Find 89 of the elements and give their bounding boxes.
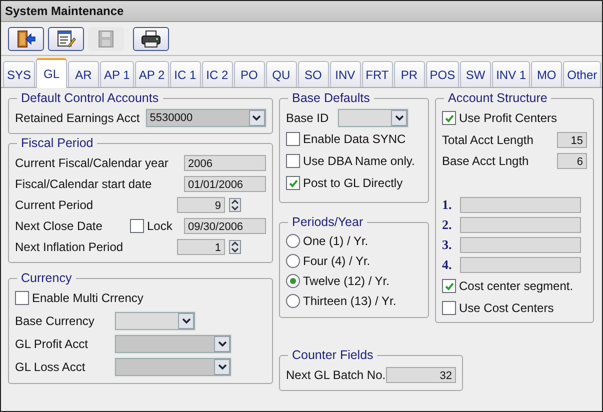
tab[interactable]: AP 2 <box>134 61 169 87</box>
text-field[interactable] <box>460 217 581 233</box>
number-field[interactable]: 6 <box>557 152 587 168</box>
field-label: Base Currency <box>15 314 96 328</box>
toolbar-button[interactable] <box>133 26 169 50</box>
tab[interactable]: AR <box>68 61 100 87</box>
segment-number: 1. <box>442 197 453 213</box>
group-title: Account Structure <box>447 91 548 105</box>
dropdown[interactable]: 5530000 <box>146 108 266 126</box>
checkbox-label: Use DBA Name only. <box>303 154 415 168</box>
tab[interactable]: INV <box>330 61 361 87</box>
group-title: Periods/Year <box>291 215 364 229</box>
field-label: Next Close Date <box>15 218 104 232</box>
window-title: System Maintenance <box>1 1 602 22</box>
tab[interactable]: MO <box>531 61 562 87</box>
tab[interactable]: AP 1 <box>100 61 134 87</box>
field-label: GL Loss Acct <box>15 360 86 374</box>
tab[interactable]: PO <box>234 61 265 87</box>
tab[interactable]: INV 1 <box>492 61 530 87</box>
field-label: Retained Earnings Acct <box>15 110 140 124</box>
checkbox-label: Use Profit Centers <box>459 111 558 125</box>
spinner-arrows-icon[interactable] <box>229 198 241 212</box>
field-label: Next GL Batch No. <box>286 368 382 382</box>
tab[interactable]: Other <box>563 61 602 87</box>
radio-label: Thirteen (13) / Yr. <box>303 294 396 308</box>
checkbox[interactable] <box>442 111 456 125</box>
checkbox-label: Use Cost Centers <box>459 301 554 315</box>
field-label: Next Inflation Period <box>15 240 124 254</box>
toolbar-button[interactable] <box>8 26 44 50</box>
checkbox[interactable] <box>286 132 300 146</box>
radio-button[interactable] <box>286 294 300 308</box>
tab[interactable]: SYS <box>3 61 36 87</box>
checkbox[interactable] <box>15 291 29 305</box>
toolbar-button[interactable] <box>48 26 84 50</box>
tab[interactable]: PR <box>394 61 425 87</box>
dropdown-value: 5530000 <box>148 112 193 124</box>
text-field[interactable]: 2006 <box>184 154 266 170</box>
field-label: Current Fiscal/Calendar year <box>15 156 170 170</box>
edit-form-icon <box>56 30 76 48</box>
radio-label: Four (4) / Yr. <box>303 254 370 268</box>
radio-label: One (1) / Yr. <box>303 234 368 248</box>
group-title: Base Defaults <box>291 91 371 105</box>
tab[interactable]: SW <box>460 61 492 87</box>
number-field[interactable]: 1 <box>177 238 225 254</box>
text-field[interactable] <box>460 257 581 273</box>
field-label: Base ID <box>286 110 330 124</box>
field-label: Current Period <box>15 198 94 212</box>
tab[interactable]: FRT <box>362 61 393 87</box>
checkbox-label: Enable Data SYNC <box>303 132 406 146</box>
tab[interactable]: SO <box>298 61 329 87</box>
segment-number: 2. <box>442 217 453 233</box>
text-field[interactable] <box>460 237 581 253</box>
radio-button[interactable] <box>286 254 300 268</box>
field-label: Total Acct Length <box>442 132 534 146</box>
checkbox-label: Enable Multi Crrency <box>32 291 144 305</box>
checkbox-label: Cost center segment. <box>459 279 574 293</box>
field-label: Base Acct Lngth <box>442 154 530 168</box>
text-field[interactable] <box>460 197 581 213</box>
checkbox-label: Lock <box>147 218 172 232</box>
radio-label: Twelve (12) / Yr. <box>303 274 390 288</box>
text-field[interactable]: 01/01/2006 <box>184 176 266 192</box>
exit-door-icon <box>16 30 36 48</box>
field-label: Fiscal/Calendar start date <box>15 176 153 190</box>
checkbox[interactable] <box>442 301 456 315</box>
tab[interactable]: IC 1 <box>170 61 201 87</box>
radio-button[interactable] <box>286 274 300 288</box>
tab[interactable]: POS <box>426 61 460 87</box>
checkbox[interactable] <box>286 176 300 190</box>
checkbox-label: Post to GL Directly <box>303 176 403 190</box>
number-field[interactable]: 32 <box>386 366 456 382</box>
group-title: Default Control Accounts <box>20 91 160 105</box>
group-title: Currency <box>20 271 73 285</box>
checkbox[interactable] <box>130 218 144 232</box>
spinner-arrows-icon[interactable] <box>229 240 241 254</box>
printer-icon <box>140 30 162 48</box>
checkbox[interactable] <box>286 154 300 168</box>
tab[interactable]: IC 2 <box>202 61 233 87</box>
checkbox[interactable] <box>442 279 456 293</box>
segment-number: 4. <box>442 257 453 273</box>
field-label: GL Profit Acct <box>15 336 89 350</box>
text-field[interactable]: 09/30/2006 <box>184 218 266 234</box>
tab[interactable]: GL <box>36 58 68 88</box>
tab[interactable]: QU <box>266 61 297 87</box>
segment-number: 3. <box>442 237 453 253</box>
number-field[interactable]: 15 <box>557 132 587 148</box>
radio-button[interactable] <box>286 234 300 248</box>
group-title: Counter Fields <box>291 348 374 362</box>
number-field[interactable]: 9 <box>177 196 225 212</box>
group-title: Fiscal Period <box>20 136 94 150</box>
